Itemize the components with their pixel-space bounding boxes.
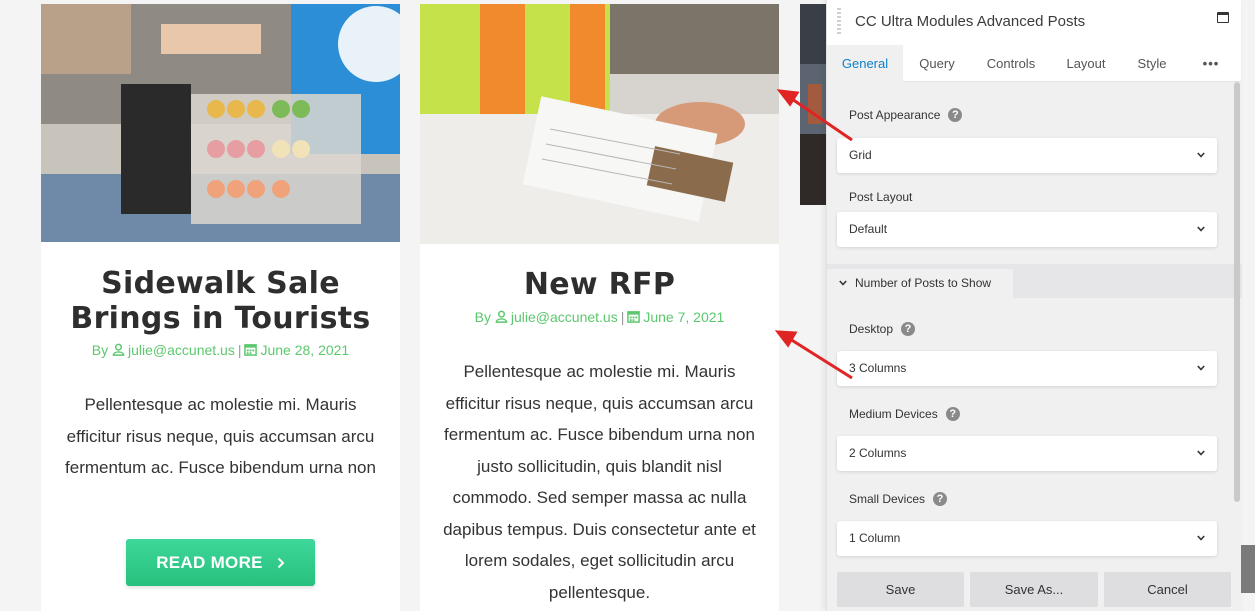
medium-devices-label-text: Medium Devices bbox=[849, 407, 938, 421]
chevron-down-icon bbox=[1197, 152, 1205, 158]
post-title[interactable]: New RFP bbox=[420, 267, 779, 302]
user-icon bbox=[112, 343, 125, 356]
post-card-new-rfp: New RFP By julie@accunet.us | June 7, 2021… bbox=[420, 4, 779, 611]
post-appearance-label: Post Appearance ? bbox=[849, 108, 963, 122]
calendar-icon bbox=[244, 344, 258, 356]
post-card-sidewalk-sale: Sidewalk Sale Brings in Tourists By juli… bbox=[41, 4, 400, 611]
panel-scrollbar[interactable] bbox=[1234, 82, 1240, 502]
tab-more[interactable]: ••• bbox=[1183, 45, 1239, 82]
user-icon bbox=[495, 310, 508, 323]
window-maximize-icon[interactable] bbox=[1217, 12, 1229, 23]
post-date[interactable]: June 28, 2021 bbox=[260, 342, 349, 358]
help-icon[interactable]: ? bbox=[945, 407, 960, 421]
post-image-clipboard[interactable] bbox=[420, 4, 779, 244]
meta-separator: | bbox=[620, 309, 625, 325]
annotation-arrowhead-2 bbox=[774, 330, 798, 348]
post-date[interactable]: June 7, 2021 bbox=[643, 309, 724, 325]
small-columns-value: 1 Column bbox=[849, 531, 901, 545]
tab-query[interactable]: Query bbox=[903, 45, 971, 82]
tab-style[interactable]: Style bbox=[1121, 45, 1183, 82]
panel-title: CC Ultra Modules Advanced Posts bbox=[855, 13, 1086, 30]
tab-controls[interactable]: Controls bbox=[971, 45, 1051, 82]
small-devices-label-text: Small Devices bbox=[849, 492, 926, 506]
small-columns-select[interactable]: 1 Column bbox=[837, 521, 1217, 556]
small-devices-label: Small Devices ? bbox=[849, 492, 948, 506]
section-bar: Number of Posts to Show bbox=[827, 264, 1242, 298]
medium-devices-label: Medium Devices ? bbox=[849, 407, 960, 421]
post-author[interactable]: julie@accunet.us bbox=[128, 342, 235, 358]
post-image-macarons[interactable] bbox=[41, 4, 400, 242]
post-author[interactable]: julie@accunet.us bbox=[511, 309, 618, 325]
tab-layout[interactable]: Layout bbox=[1051, 45, 1121, 82]
post-title[interactable]: Sidewalk Sale Brings in Tourists bbox=[41, 266, 400, 336]
cancel-button[interactable]: Cancel bbox=[1104, 572, 1231, 607]
meta-separator: | bbox=[237, 342, 242, 358]
post-excerpt: Pellentesque ac molestie mi. Mauris effi… bbox=[443, 362, 756, 602]
settings-panel: CC Ultra Modules Advanced Posts General … bbox=[826, 0, 1242, 611]
desktop-columns-select[interactable]: 3 Columns bbox=[837, 351, 1217, 386]
read-more-label: READ MORE bbox=[156, 552, 263, 572]
post-meta: By julie@accunet.us | June 28, 2021 bbox=[41, 342, 400, 358]
edge-scroll-tab[interactable] bbox=[1241, 545, 1255, 593]
save-as-button[interactable]: Save As... bbox=[970, 572, 1098, 607]
panel-header[interactable]: CC Ultra Modules Advanced Posts bbox=[827, 0, 1241, 45]
read-more-button[interactable]: READ MORE bbox=[126, 539, 315, 586]
medium-columns-value: 2 Columns bbox=[849, 446, 907, 460]
post-layout-label-text: Post Layout bbox=[849, 190, 913, 204]
post-layout-value: Default bbox=[849, 222, 888, 236]
help-icon[interactable]: ? bbox=[933, 492, 948, 506]
help-icon[interactable]: ? bbox=[948, 108, 963, 122]
drag-handle-icon[interactable] bbox=[837, 8, 841, 34]
chevron-right-icon bbox=[277, 557, 285, 568]
post-excerpt: Pellentesque ac molestie mi. Mauris effi… bbox=[65, 395, 376, 477]
post-appearance-value: Grid bbox=[849, 148, 872, 162]
save-button[interactable]: Save bbox=[837, 572, 964, 607]
annotation-arrowhead-1 bbox=[776, 89, 800, 107]
desktop-label: Desktop ? bbox=[849, 322, 916, 336]
chevron-down-icon bbox=[1197, 365, 1205, 371]
medium-columns-select[interactable]: 2 Columns bbox=[837, 436, 1217, 471]
section-toggle-posts-to-show[interactable]: Number of Posts to Show bbox=[827, 269, 1013, 298]
tab-general[interactable]: General bbox=[827, 45, 903, 82]
post-appearance-label-text: Post Appearance bbox=[849, 108, 941, 122]
chevron-down-icon bbox=[839, 280, 847, 286]
post-appearance-select[interactable]: Grid bbox=[837, 138, 1217, 173]
panel-tabs: General Query Controls Layout Style ••• bbox=[827, 45, 1241, 82]
help-icon[interactable]: ? bbox=[901, 322, 916, 336]
post-layout-label: Post Layout bbox=[849, 190, 912, 204]
meta-by: By bbox=[474, 309, 491, 325]
chevron-down-icon bbox=[1197, 535, 1205, 541]
post-meta: By julie@accunet.us | June 7, 2021 bbox=[420, 309, 779, 325]
calendar-icon bbox=[627, 311, 641, 323]
meta-by: By bbox=[91, 342, 109, 358]
desktop-columns-value: 3 Columns bbox=[849, 361, 907, 375]
desktop-label-text: Desktop bbox=[849, 322, 894, 336]
chevron-down-icon bbox=[1197, 226, 1205, 232]
section-title: Number of Posts to Show bbox=[855, 276, 992, 290]
chevron-down-icon bbox=[1197, 450, 1205, 456]
panel-footer: Save Save As... Cancel bbox=[827, 568, 1241, 611]
post-layout-select[interactable]: Default bbox=[837, 212, 1217, 247]
